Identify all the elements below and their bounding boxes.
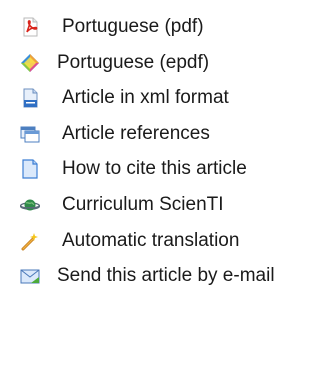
menu-item-portuguese-pdf[interactable]: Portuguese (pdf) <box>0 10 327 44</box>
envelope-icon <box>20 266 40 286</box>
menu-item-automatic-translation[interactable]: Automatic translation <box>0 224 327 258</box>
references-window-icon <box>20 124 40 144</box>
menu-item-label: Portuguese (pdf) <box>62 16 204 37</box>
menu-item-label: Article references <box>62 123 210 144</box>
menu-item-article-references[interactable]: Article references <box>0 117 327 151</box>
menu-item-label: Automatic translation <box>62 230 240 251</box>
planet-icon <box>20 195 40 215</box>
xml-document-icon <box>20 88 40 108</box>
menu-item-article-xml[interactable]: Article in xml format <box>0 81 327 115</box>
menu-item-how-to-cite[interactable]: How to cite this article <box>0 152 327 186</box>
document-icon <box>20 159 40 179</box>
menu-item-label: How to cite this article <box>62 158 247 179</box>
menu-item-label: Curriculum ScienTI <box>62 194 224 215</box>
magic-wand-icon <box>20 231 40 251</box>
menu-item-send-by-email[interactable]: Send this article by e-mail <box>0 259 327 293</box>
menu-item-portuguese-epdf[interactable]: Portuguese (epdf) <box>0 46 327 80</box>
menu-item-curriculum-scienti[interactable]: Curriculum ScienTI <box>0 188 327 222</box>
menu-item-label: Portuguese (epdf) <box>57 52 210 73</box>
menu-item-label: Article in xml format <box>62 87 229 108</box>
epdf-icon <box>20 53 40 73</box>
menu-item-label: Send this article by e-mail <box>57 265 275 286</box>
pdf-icon <box>20 17 40 37</box>
article-tools-menu: Portuguese (pdf) Portuguese (epdf) Artic… <box>0 0 327 375</box>
